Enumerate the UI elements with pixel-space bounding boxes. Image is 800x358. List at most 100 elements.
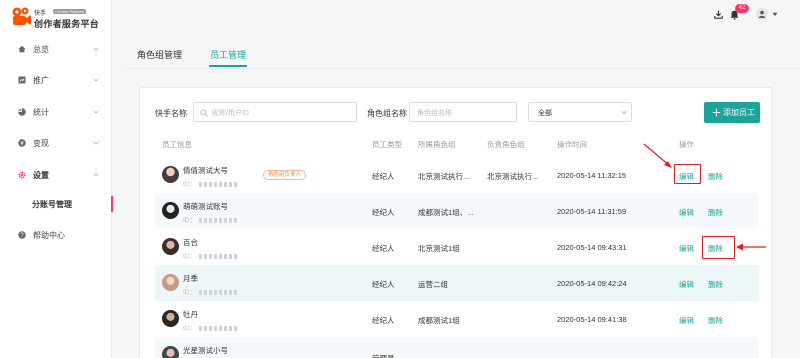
th-responsible-group: 负责角色组 (487, 140, 525, 149)
tab-role-groups[interactable]: 角色组管理 (137, 48, 182, 61)
staff-type: 经纪人 (372, 172, 395, 181)
logo-title: 创作者服务平台 (34, 19, 100, 29)
delete-highlight-box (702, 236, 735, 259)
staff-type: 经纪人 (372, 244, 395, 253)
sidebar-item-overview[interactable]: 总览 (0, 39, 111, 59)
logo-en-tag: Creator Platform (53, 9, 87, 14)
role-group: 北京测试执行... (418, 172, 470, 181)
caret-down-icon[interactable] (772, 12, 778, 17)
avatar (162, 310, 179, 327)
stats-icon (18, 108, 26, 116)
staff-id: ID： (183, 286, 239, 296)
sidebar-item-settings[interactable]: 设置 (0, 165, 111, 185)
search-icon (200, 109, 208, 117)
staff-type: 经纪人 (372, 280, 395, 289)
avatar (162, 274, 179, 291)
edit-button[interactable]: 编辑 (679, 207, 694, 218)
staff-name: 月季 (183, 274, 198, 283)
annotation-arrow-icon (736, 243, 766, 251)
delete-button[interactable]: 删除 (708, 279, 723, 290)
plus-icon (712, 108, 721, 117)
gear-icon (18, 171, 26, 179)
user-icon (758, 10, 766, 18)
th-operation-time: 操作时间 (557, 140, 587, 149)
operation-time: 2020-05-14 09:43:31 (557, 243, 627, 252)
notification-badge: 42 (735, 4, 749, 13)
staff-name: 百合 (183, 238, 198, 247)
role-group-label: 角色组名称 (367, 109, 407, 118)
table-row: 百合 ID： 经纪人 北京测试1组 2020-05-14 09:43:31 编辑… (155, 229, 759, 265)
add-staff-button-label: 添加员工 (723, 108, 755, 117)
edit-button[interactable]: 编辑 (679, 243, 694, 254)
staff-name: 光星测试小号 (183, 346, 228, 355)
sidebar-item-label: 变现 (33, 138, 49, 148)
chevron-down-icon (621, 110, 627, 115)
role-group: 运营二组 (418, 280, 448, 289)
sidebar-item-label: 统计 (33, 107, 49, 117)
sidebar-item-label: 帮助中心 (33, 230, 65, 240)
tabs-divider (126, 68, 800, 69)
type-select[interactable]: 全部 (528, 102, 632, 122)
edit-highlight-box (674, 164, 701, 184)
staff-name: 萌萌测试账号 (183, 202, 228, 211)
sidebar-item-promote[interactable]: 推广 (0, 70, 111, 90)
operation-time: 2020-05-14 11:31:59 (557, 207, 627, 216)
kuaishou-name-input[interactable]: 昵称/用户ID (193, 102, 357, 122)
staff-name: 牡丹 (183, 310, 198, 319)
sidebar-item-label: 设置 (33, 170, 49, 180)
staff-type: 管理员 (372, 353, 395, 358)
role-group: 北京测试1组 (418, 244, 460, 253)
delete-button[interactable]: 删除 (708, 315, 723, 326)
avatar (162, 166, 179, 183)
sidebar-item-help[interactable]: ? 帮助中心 (0, 225, 111, 245)
kuaishou-name-label: 快手名称 (155, 109, 187, 118)
th-staff-info: 员工信息 (162, 140, 192, 149)
kuaishou-name-placeholder: 昵称/用户ID (212, 110, 249, 117)
sidebar: 快手 Creator Platform 创作者服务平台 总览 推广 统计 变现 … (0, 0, 113, 358)
help-icon: ? (18, 231, 26, 239)
role-group-placeholder: 角色组名称 (417, 110, 452, 117)
delete-button[interactable]: 删除 (708, 171, 723, 182)
sidebar-subitem-account-management[interactable]: 分账号管理 (0, 194, 113, 214)
sidebar-item-label: 推广 (33, 75, 49, 85)
chevron-down-icon (93, 110, 99, 114)
role-tag: 角色组负责人 (263, 170, 307, 180)
sidebar-item-stats[interactable]: 统计 (0, 102, 111, 122)
chevron-down-icon (93, 78, 99, 82)
edit-button[interactable]: 编辑 (679, 279, 694, 290)
th-actions: 操作 (679, 140, 694, 149)
role-group: 成都测试1组 (418, 316, 460, 325)
delete-button[interactable]: 删除 (708, 207, 723, 218)
avatar (162, 202, 179, 219)
chevron-down-icon (93, 47, 99, 51)
active-tab-indicator (209, 65, 247, 67)
edit-button[interactable]: 编辑 (679, 315, 694, 326)
logo[interactable]: 快手 Creator Platform 创作者服务平台 (10, 4, 110, 32)
add-staff-button[interactable]: 添加员工 (704, 102, 760, 123)
operation-time: 2020-05-14 09:41:38 (557, 315, 627, 324)
home-icon (18, 45, 26, 53)
th-staff-type: 员工类型 (372, 140, 402, 149)
staff-type: 经纪人 (372, 316, 395, 325)
chevron-up-icon (93, 173, 99, 177)
avatar (162, 238, 179, 255)
role-group: 成都测试1组、... (418, 208, 474, 217)
active-indicator (111, 196, 113, 212)
kuaishou-logo-icon (12, 7, 31, 25)
staff-name: 倩倩测试大号 (183, 166, 228, 175)
role-group-input[interactable]: 角色组名称 (409, 102, 517, 122)
annotation-arrow-icon (643, 143, 672, 168)
operation-time: 2020-05-14 09:42:24 (557, 279, 627, 288)
monetize-icon (18, 139, 26, 147)
download-icon[interactable] (714, 10, 723, 19)
operation-time: 2020-05-14 11:32:15 (557, 171, 627, 180)
type-select-value: 全部 (538, 110, 552, 117)
tab-staff-management[interactable]: 员工管理 (210, 48, 246, 61)
sidebar-item-monetize[interactable]: 变现 (0, 133, 111, 153)
staff-id: ID： (183, 250, 239, 260)
promote-icon (18, 76, 26, 84)
avatar[interactable] (756, 8, 768, 20)
th-role-group: 所属角色组 (418, 140, 456, 149)
logo-brand: 快手 (34, 11, 47, 17)
staff-id: ID： (183, 178, 239, 188)
